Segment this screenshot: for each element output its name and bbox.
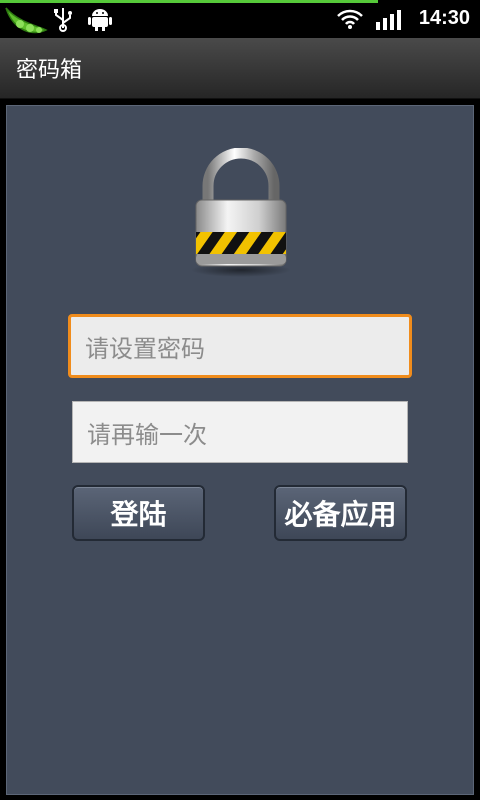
title-bar: 密码箱 — [0, 38, 480, 99]
login-button[interactable]: 登陆 — [72, 485, 205, 541]
android-debug-icon — [88, 9, 112, 31]
signal-strength-icon — [376, 10, 401, 30]
confirm-password-input[interactable]: 请再输一次 — [72, 401, 408, 463]
essential-apps-button[interactable]: 必备应用 — [274, 485, 407, 541]
usb-icon — [54, 8, 72, 32]
login-button-label: 登陆 — [110, 498, 167, 531]
peapod-app-icon — [5, 7, 48, 34]
status-bar: 14:30 — [0, 0, 480, 38]
download-progress-bar — [0, 0, 378, 3]
password-placeholder: 请设置密码 — [85, 334, 205, 363]
padlock-icon — [191, 148, 291, 277]
wifi-icon — [337, 9, 363, 29]
password-input[interactable]: 请设置密码 — [68, 314, 412, 378]
essential-apps-button-label: 必备应用 — [284, 498, 397, 531]
status-time: 14:30 — [418, 7, 470, 29]
confirm-password-placeholder: 请再输一次 — [87, 420, 207, 449]
app-title: 密码箱 — [16, 58, 83, 83]
